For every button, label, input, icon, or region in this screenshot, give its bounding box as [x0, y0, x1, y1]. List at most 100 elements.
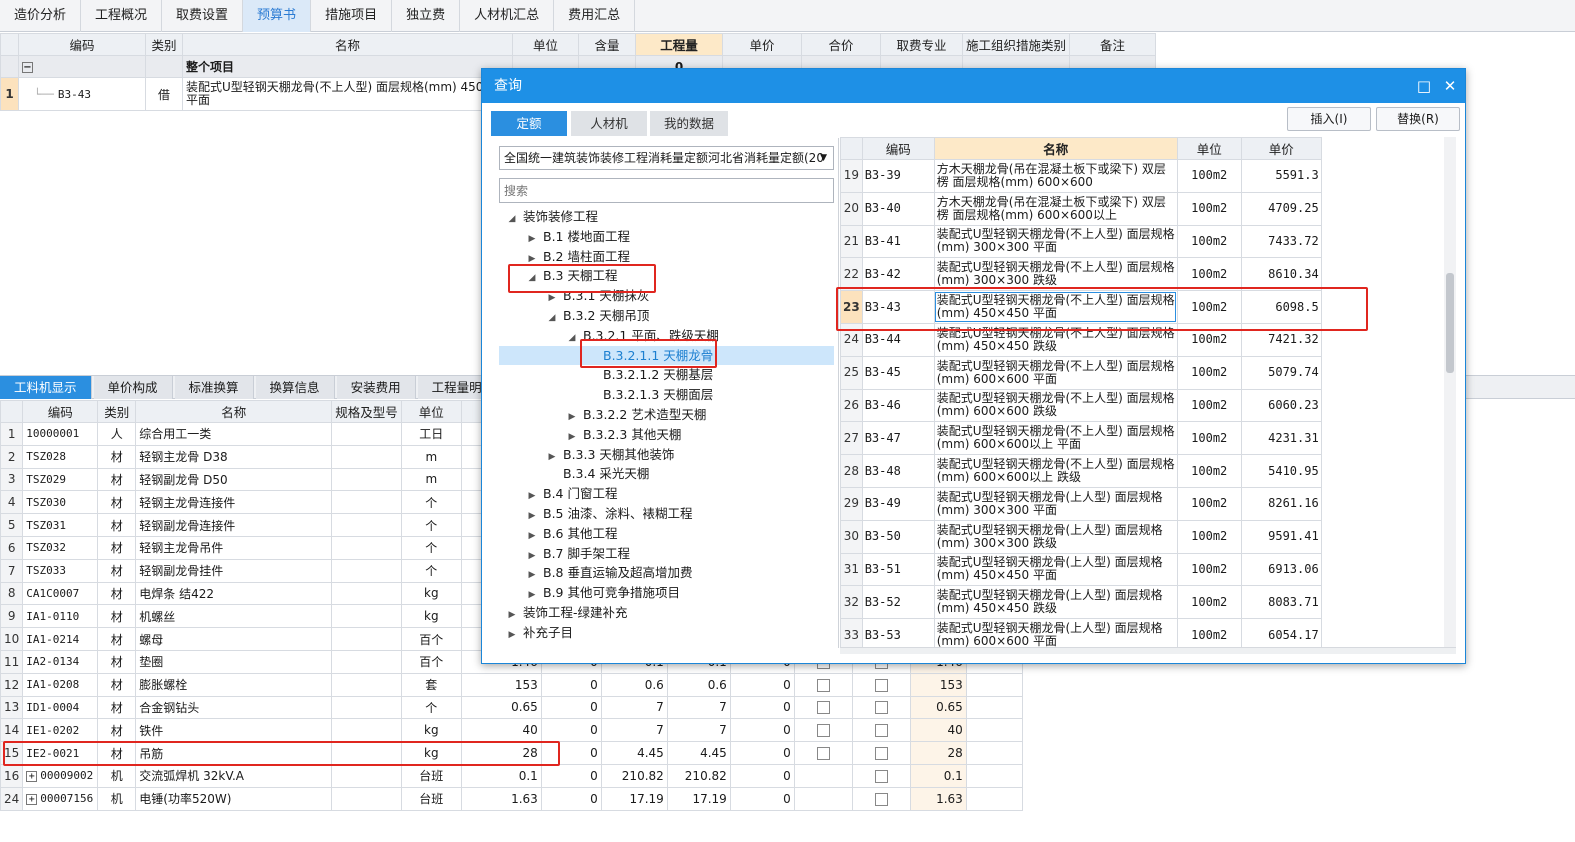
bottom-tab-0[interactable]: 工料机显示	[0, 376, 92, 399]
column-header[interactable]: 含量	[578, 33, 636, 56]
column-header[interactable]: 规格及型号	[331, 400, 402, 423]
tree-node[interactable]: B.3.2.1.3 天棚面层	[499, 385, 834, 405]
column-header[interactable]: 编码	[22, 400, 99, 423]
tree-node[interactable]: ▶ B.3.2.2 艺术造型天棚	[499, 405, 834, 425]
result-row[interactable]: 27 B3-47 装配式U型轻钢天棚龙骨(不上人型) 面层规格(mm) 600×60…	[840, 421, 1322, 456]
table-row[interactable]: 12 IA1-0208 材膨胀螺栓套 153 0 0.6 0.6 0 153	[0, 672, 1030, 697]
bottom-tab-4[interactable]: 安装费用	[336, 376, 416, 399]
result-row[interactable]: 28 B3-48 装配式U型轻钢天棚龙骨(不上人型) 面层规格(mm) 600×60…	[840, 454, 1322, 488]
tree-node[interactable]: ▶ B.8 垂直运输及超高增加费	[499, 563, 834, 583]
table-row[interactable]: 14 IE1-0202 材铁件 kg 40 0 7 7 0 40	[0, 718, 1030, 743]
checkbox[interactable]	[816, 701, 830, 715]
bottom-tab-3[interactable]: 换算信息	[255, 376, 335, 399]
result-row[interactable]: 21 B3-41 装配式U型轻钢天棚龙骨(不上人型) 面层规格(mm) 300×30…	[840, 224, 1322, 259]
bottom-tab-1[interactable]: 单价构成	[93, 376, 173, 399]
tree-node[interactable]: ▶ B.3.2.3 其他天棚	[499, 425, 834, 445]
result-row[interactable]: 20 B3-40 方木天棚龙骨(吊在混凝土板下或梁下) 双层楞 面层规格(mm) 6…	[840, 191, 1322, 226]
checkbox[interactable]	[816, 678, 830, 692]
column-header[interactable]: 单位	[1176, 137, 1242, 160]
scroll-thumb[interactable]	[1446, 273, 1454, 373]
column-header[interactable]: 工程量	[635, 33, 723, 56]
column-header[interactable]: 类别	[97, 400, 137, 423]
tree-node[interactable]: ▶ B.5 油漆、涂料、裱糊工程	[499, 504, 834, 524]
column-header[interactable]: 编码	[861, 137, 935, 160]
checkbox[interactable]	[816, 724, 830, 738]
result-row[interactable]: 24 B3-44 装配式U型轻钢天棚龙骨(不上人型) 面层规格(mm) 450×45…	[840, 322, 1322, 357]
cell-value[interactable]: 0.65	[460, 695, 542, 720]
checkbox[interactable]	[874, 747, 888, 761]
column-header[interactable]: 备注	[1069, 33, 1157, 56]
collapse-icon[interactable]: −	[22, 61, 33, 73]
table-row[interactable]: 16 +00009002 机交流弧焊机 32kV.A 台班 0.1 0 210.82 210.…	[0, 763, 1030, 788]
maximize-icon[interactable]: □	[1411, 69, 1437, 103]
bottom-tab-2[interactable]: 标准换算	[174, 376, 254, 399]
tree-node[interactable]: ▶ 装饰工程-绿建补充	[499, 603, 834, 623]
column-header[interactable]: 施工组织措施类别	[961, 33, 1071, 56]
tree-node[interactable]: ◢ B.3.2 天棚吊顶	[499, 306, 834, 326]
cell-value[interactable]: 1.63	[460, 786, 542, 811]
table-row[interactable]: 13 ID1-0004 材合金钢钻头个 0.65 0 7 7 0 0.65	[0, 695, 1030, 720]
column-header[interactable]: 单位	[512, 33, 579, 56]
tree-node[interactable]: ▶ B.6 其他工程	[499, 524, 834, 544]
checkbox[interactable]	[874, 724, 888, 738]
tab-my-data[interactable]: 我的数据	[650, 111, 728, 136]
result-row[interactable]: 32 B3-52 装配式U型轻钢天棚龙骨(上人型) 面层规格(mm) 450×450…	[840, 585, 1322, 620]
tree-node[interactable]: ▶ B.3.1 天棚抹灰	[499, 286, 834, 306]
top-tab-3[interactable]: 预算书	[243, 0, 312, 32]
column-header[interactable]: 类别	[145, 33, 183, 56]
expand-right-icon[interactable]: ▶	[505, 626, 519, 646]
column-header[interactable]: 单价	[1240, 137, 1322, 160]
insert-button[interactable]: 插入(I)	[1287, 107, 1371, 131]
top-tab-6[interactable]: 人材机汇总	[460, 0, 555, 32]
column-header[interactable]: 编码	[18, 33, 146, 56]
cell-value[interactable]: 28	[460, 741, 542, 765]
tree-node[interactable]: ◢ B.3.2.1 平面、跌级天棚	[499, 326, 834, 346]
tree-node[interactable]: ▶ B.2 墙柱面工程	[499, 247, 834, 267]
tree-node[interactable]: B.3.2.1.1 天棚龙骨	[499, 345, 834, 366]
column-header[interactable]: 名称	[182, 33, 513, 56]
column-header[interactable]: 单价	[722, 33, 802, 56]
vertical-scrollbar[interactable]	[1444, 137, 1456, 647]
library-select[interactable]: 全国统一建筑装饰装修工程消耗量定额河北省消耗量定额(20 ▼	[499, 146, 834, 170]
tree-node[interactable]: ◢ B.3 天棚工程	[499, 266, 834, 286]
checkbox[interactable]	[874, 792, 888, 806]
cell-value[interactable]: 153	[460, 672, 542, 697]
column-header[interactable]: 名称	[933, 137, 1178, 160]
search-input[interactable]	[499, 178, 834, 203]
result-row[interactable]: 25 B3-45 装配式U型轻钢天棚龙骨(不上人型) 面层规格(mm) 600×60…	[840, 355, 1322, 390]
tree-node[interactable]: ▶ B.7 脚手架工程	[499, 544, 834, 564]
result-row[interactable]: 19 B3-39 方木天棚龙骨(吊在混凝土板下或梁下) 双层楞 面层规格(mm) 6…	[840, 159, 1322, 193]
top-tab-2[interactable]: 取费设置	[162, 0, 244, 32]
top-tab-1[interactable]: 工程概况	[81, 0, 163, 32]
tree-node[interactable]: ▶ 补充子目	[499, 623, 834, 643]
tree-node[interactable]: ◢ 装饰装修工程	[499, 207, 834, 227]
top-tab-7[interactable]: 费用汇总	[554, 0, 636, 32]
result-row[interactable]: 26 B3-46 装配式U型轻钢天棚龙骨(不上人型) 面层规格(mm) 600×60…	[840, 388, 1322, 423]
expand-icon[interactable]: +	[26, 793, 38, 805]
checkbox[interactable]	[874, 701, 888, 715]
tab-quota[interactable]: 定额	[491, 111, 567, 136]
checkbox[interactable]	[874, 769, 888, 783]
result-row[interactable]: 22 B3-42 装配式U型轻钢天棚龙骨(不上人型) 面层规格(mm) 300×30…	[840, 257, 1322, 292]
checkbox[interactable]	[816, 747, 830, 761]
table-row[interactable]: 15 IE2-0021 材吊筋 kg 28 0 4.45 4.45 0 28	[0, 741, 1030, 765]
table-row[interactable]: 24 +00007156 机电锤(功率520W) 台班 1.63 0 17.19 17.19 0…	[0, 786, 1030, 811]
close-icon[interactable]: ✕	[1437, 69, 1463, 103]
result-row[interactable]: 31 B3-51 装配式U型轻钢天棚龙骨(上人型) 面层规格(mm) 450×450…	[840, 552, 1322, 587]
checkbox[interactable]	[874, 678, 888, 692]
expand-icon[interactable]: +	[26, 770, 38, 782]
result-row[interactable]: 29 B3-49 装配式U型轻钢天棚龙骨(上人型) 面层规格(mm) 300×300…	[840, 486, 1322, 521]
top-tab-0[interactable]: 造价分析	[0, 0, 82, 32]
tab-labor-material-machine[interactable]: 人材机	[571, 111, 647, 136]
column-header[interactable]: 名称	[135, 400, 333, 423]
tree-node[interactable]: ▶ B.4 门窗工程	[499, 484, 834, 504]
tree-node[interactable]: ▶ B.1 楼地面工程	[499, 227, 834, 247]
horizontal-scrollbar[interactable]	[840, 647, 1456, 654]
column-header[interactable]: 单位	[400, 400, 462, 423]
replace-button[interactable]: 替换(R)	[1376, 107, 1460, 131]
column-header[interactable]: 合价	[801, 33, 881, 56]
tree-node[interactable]: ▶ B.3.3 天棚其他装饰	[499, 445, 834, 465]
top-tab-4[interactable]: 措施项目	[311, 0, 393, 32]
cell-value[interactable]: 40	[460, 718, 542, 743]
tree-node[interactable]: ▶ B.9 其他可竞争措施项目	[499, 583, 834, 603]
